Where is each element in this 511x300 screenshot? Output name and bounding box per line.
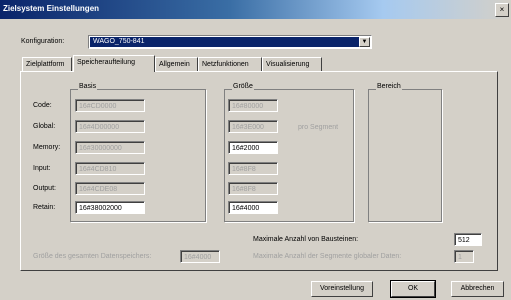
config-label: Konfiguration: [21, 38, 65, 45]
close-button[interactable]: × [495, 3, 509, 17]
memory-groesse-input[interactable]: 16#2000 [228, 141, 278, 154]
code-basis-field: 16#CD0000 [75, 99, 145, 112]
tab-speicheraufteilung[interactable]: Speicheraufteilung [73, 55, 155, 72]
chevron-down-icon[interactable]: ▼ [359, 37, 370, 47]
config-dropdown[interactable]: WAGO_750-841 ▼ [88, 35, 372, 49]
group-basis-title: Basis [78, 82, 98, 92]
retain-basis-input[interactable]: 16#38002000 [75, 201, 145, 214]
tab-zielplattform[interactable]: Zielplattform [22, 57, 72, 71]
datenspeicher-groesse-label: Größe des gesamten Datenspeichers: [33, 253, 152, 260]
input-groesse-field: 16#8F8 [228, 162, 278, 175]
row-label-global: Global: [33, 123, 56, 130]
pro-segment-label: pro Segment [298, 124, 339, 131]
voreinstellung-button[interactable]: Voreinstellung [311, 281, 373, 297]
group-groesse-title: Größe [232, 82, 254, 92]
code-groesse-field: 16#80000 [228, 99, 278, 112]
title-bar: Zielsystem Einstellungen × [0, 0, 511, 19]
window-title: Zielsystem Einstellungen [3, 4, 100, 13]
tab-visualisierung[interactable]: Visualisierung [262, 57, 322, 71]
tab-netzfunktionen[interactable]: Netzfunktionen [198, 57, 262, 71]
global-basis-field: 16#4D00000 [75, 120, 145, 133]
config-selected-value: WAGO_750-841 [90, 37, 361, 47]
output-groesse-field: 16#8F8 [228, 182, 278, 195]
row-label-memory: Memory: [33, 144, 61, 151]
input-basis-field: 16#4CD810 [75, 162, 145, 175]
row-label-code: Code: [33, 102, 52, 109]
max-segmente-label: Maximale Anzahl der Segmente globaler Da… [253, 253, 402, 260]
max-bausteine-input[interactable]: 512 [454, 233, 482, 246]
datenspeicher-groesse-field: 16#4000 [180, 250, 220, 263]
ok-button[interactable]: OK [390, 280, 436, 298]
memory-basis-field: 16#30000000 [75, 141, 145, 154]
row-label-input: Input: [33, 165, 51, 172]
output-basis-field: 16#4CDE08 [75, 182, 145, 195]
abbrechen-button[interactable]: Abbrechen [451, 281, 504, 297]
max-bausteine-label: Maximale Anzahl von Bausteinen: [253, 236, 359, 243]
retain-groesse-input[interactable]: 16#4000 [228, 201, 278, 214]
group-bereich-title: Bereich [376, 82, 402, 92]
row-label-retain: Retain: [33, 204, 56, 211]
max-segmente-field: 1 [454, 250, 474, 263]
global-groesse-field: 16#3E000 [228, 120, 278, 133]
group-bereich [368, 89, 442, 222]
row-label-output: Output: [33, 185, 56, 192]
tab-allgemein[interactable]: Allgemein [155, 57, 198, 71]
